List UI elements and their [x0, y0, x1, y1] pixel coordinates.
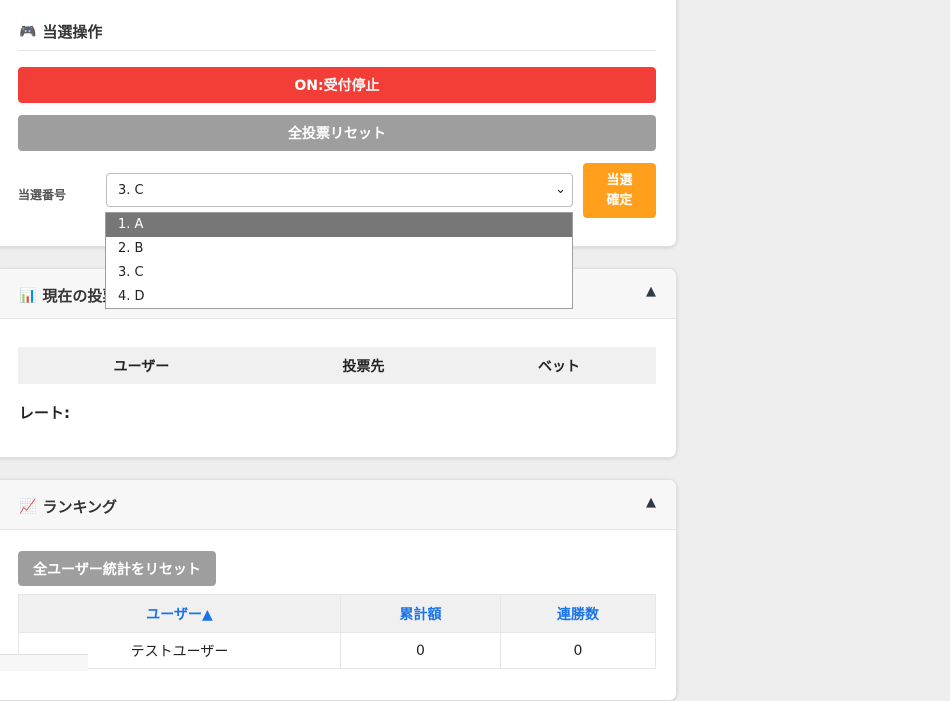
col-user-sort[interactable]: ユーザー▲: [18, 594, 341, 633]
collapse-icon[interactable]: ▲: [646, 284, 656, 299]
ranking-table-header: ユーザー▲ 累計額 連勝数: [18, 594, 656, 633]
cell-total: 0: [340, 632, 501, 669]
votes-card-title: 📊 現在の投票: [19, 285, 117, 306]
rate-label: レート:: [19, 404, 70, 422]
col-streak[interactable]: 連勝数: [500, 594, 656, 633]
votes-table: ユーザー 投票先 ベット: [18, 347, 656, 384]
bar-chart-icon: 📊: [19, 287, 37, 304]
winner-number-label: 当選番号: [18, 188, 67, 202]
ranking-title-text: ランキング: [42, 498, 117, 516]
winner-select-value: 3. C: [118, 182, 144, 198]
trend-chart-icon: 📈: [19, 498, 37, 515]
dropdown-option[interactable]: 3. C: [106, 261, 572, 285]
ranking-card: 📈 ランキング ▲ 全ユーザー統計をリセット ユーザー▲ 累計額 連勝数 テスト…: [0, 479, 677, 701]
control-card: 🎮 当選操作 ON:受付停止 全投票リセット 当選番号 3. C ⌄ 当選 確定: [0, 0, 677, 247]
confirm-line-1: 当選: [606, 172, 633, 188]
winner-dropdown-list: 1. A 2. B 3. C 4. D: [105, 212, 573, 309]
reset-user-stats-button[interactable]: 全ユーザー統計をリセット: [18, 551, 216, 586]
confirm-winner-button[interactable]: 当選 確定: [583, 163, 656, 218]
reset-all-votes-button[interactable]: 全投票リセット: [18, 115, 656, 151]
dropdown-option[interactable]: 4. D: [106, 285, 572, 309]
ranking-table: ユーザー▲ 累計額 連勝数 テストユーザー 0 0: [18, 594, 656, 669]
col-user: ユーザー: [18, 347, 265, 384]
table-row: テストユーザー 0 0: [18, 632, 656, 669]
votes-table-header: ユーザー 投票先 ベット: [18, 347, 656, 384]
col-vote-target: 投票先: [265, 347, 462, 384]
bottom-tab: [0, 654, 88, 671]
toggle-accepting-button[interactable]: ON:受付停止: [18, 67, 656, 103]
ranking-card-title: 📈 ランキング: [19, 496, 117, 517]
dropdown-option[interactable]: 1. A: [106, 213, 572, 237]
collapse-icon[interactable]: ▲: [646, 495, 656, 510]
winner-select[interactable]: 3. C ⌄: [106, 173, 573, 207]
cell-streak: 0: [500, 632, 656, 669]
control-card-title: 🎮 当選操作: [19, 21, 102, 42]
gamepad-icon: 🎮: [19, 23, 37, 40]
confirm-line-2: 確定: [606, 192, 633, 208]
chevron-down-icon: ⌄: [555, 182, 566, 197]
col-bet: ベット: [462, 347, 656, 384]
control-title-text: 当選操作: [42, 23, 103, 41]
divider: [18, 50, 656, 51]
dropdown-option[interactable]: 2. B: [106, 237, 572, 261]
col-total[interactable]: 累計額: [340, 594, 501, 633]
